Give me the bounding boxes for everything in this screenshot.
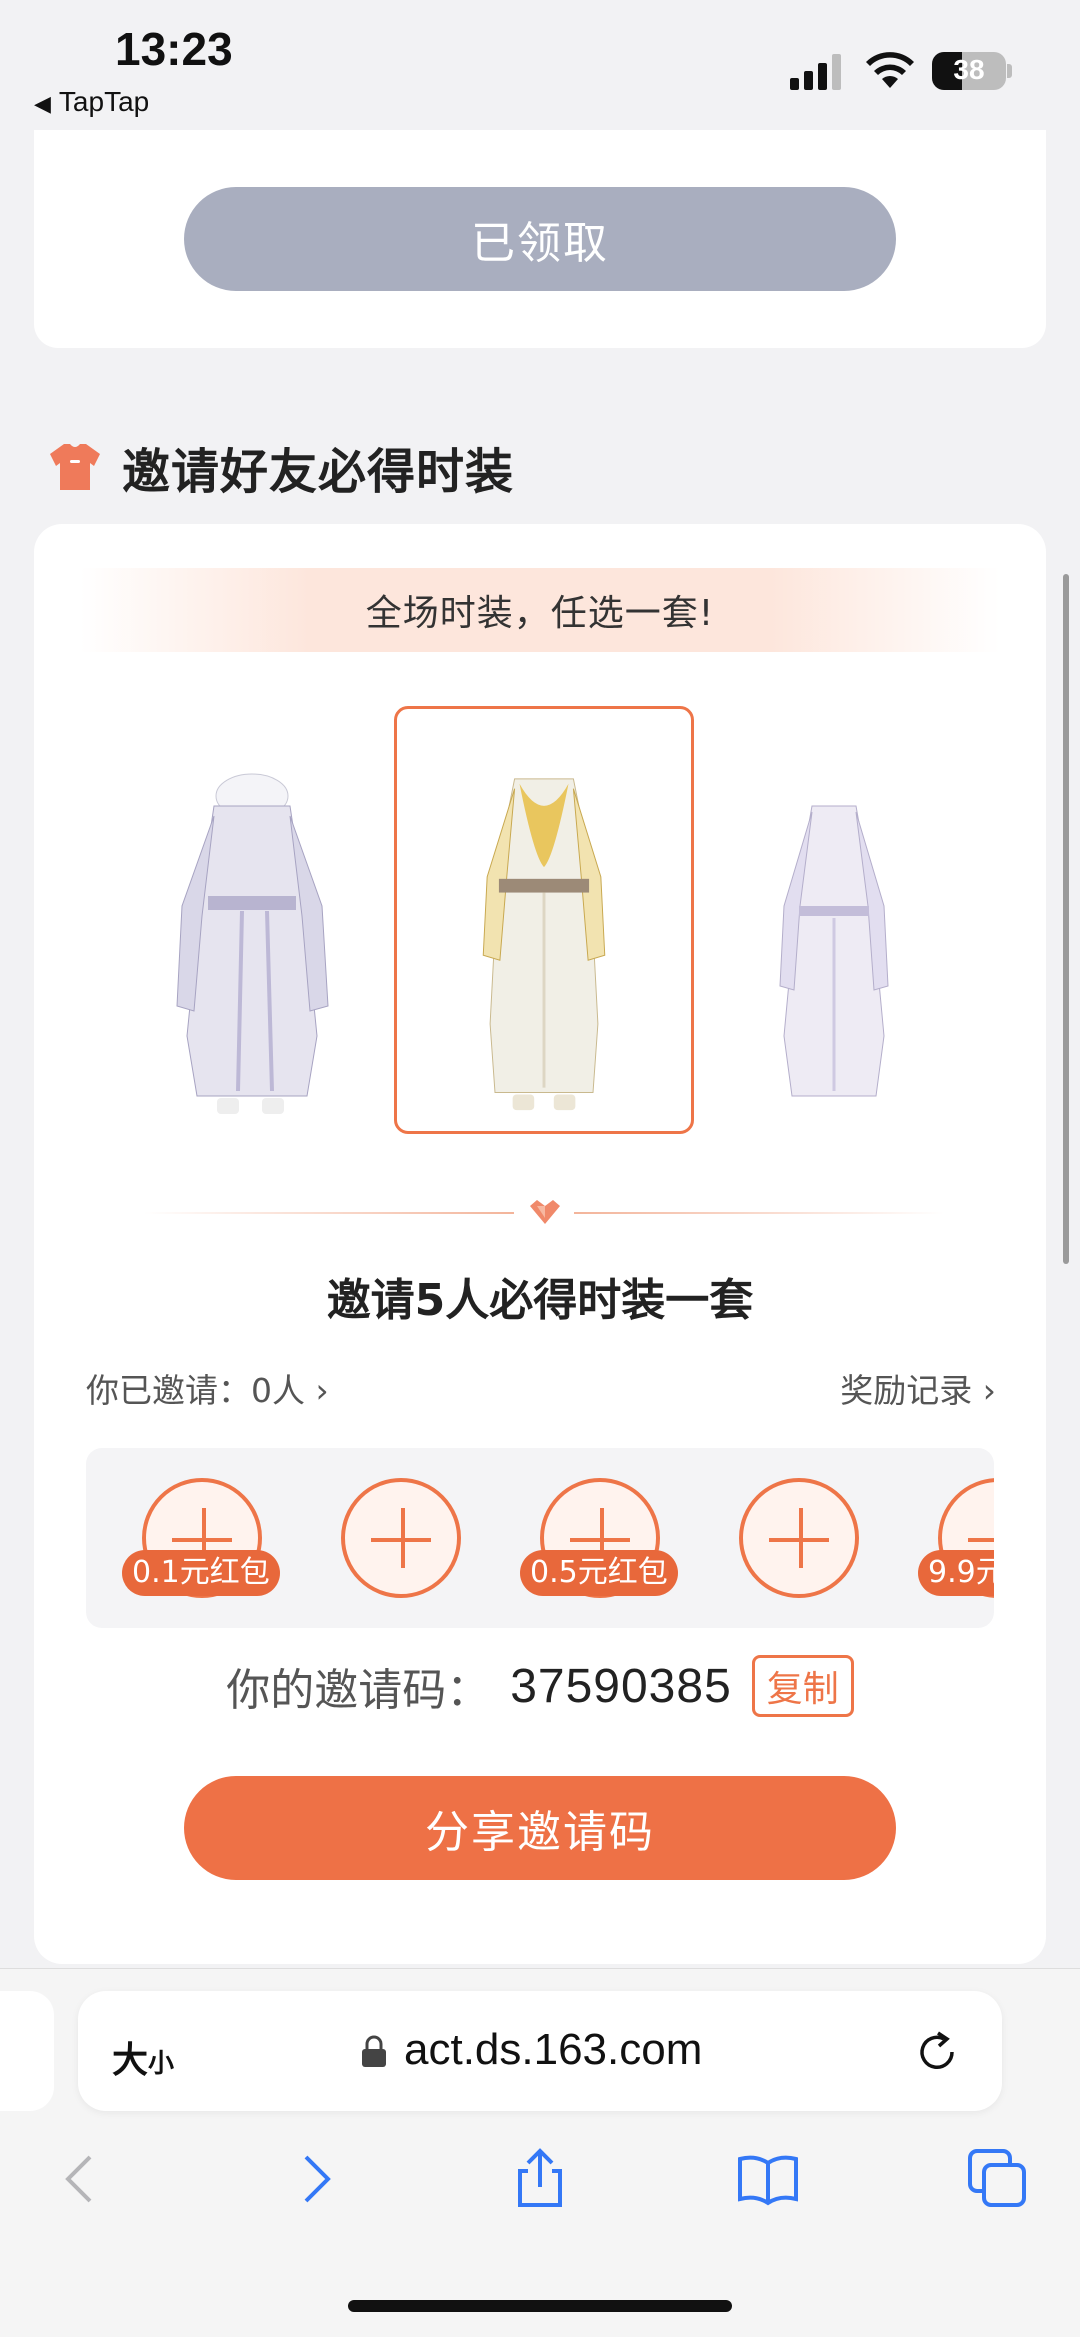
claimed-button[interactable]: 已领取 — [184, 187, 896, 291]
invite-goal-text: 邀请5人必得时装一套 — [326, 1275, 754, 1326]
wifi-icon — [866, 52, 914, 88]
outfit-image — [482, 778, 606, 1111]
clock: 13:23 — [115, 23, 233, 75]
outfit-option-2-selected[interactable] — [394, 706, 694, 1134]
bookmarks-icon[interactable] — [736, 2147, 800, 2211]
outfit-option-1[interactable] — [102, 706, 402, 1134]
cellular-signal-icon — [790, 54, 841, 90]
outfit-image — [779, 805, 889, 1097]
invite-status-row: 你已邀请：0人 › 奖励记录 › — [86, 1364, 996, 1414]
back-icon[interactable] — [50, 2147, 114, 2211]
reward-records-link[interactable]: 奖励记录 › — [840, 1364, 996, 1412]
previous-tab-peek[interactable] — [0, 1991, 54, 2111]
forward-icon[interactable] — [282, 2147, 346, 2211]
lock-icon — [362, 2035, 386, 2067]
section-title: 邀请好友必得时装 — [122, 444, 515, 500]
invited-count-link[interactable]: 你已邀请：0人 › — [86, 1364, 329, 1412]
previous-reward-card: 已领取 — [34, 130, 1046, 348]
status-bar: 13:23 ◀ TapTap 38 — [0, 0, 1080, 130]
chevron-right-icon: › — [315, 1371, 329, 1410]
battery-level: 38 — [953, 54, 985, 85]
promo-banner: 全场时装，任选一套! — [80, 568, 1000, 652]
invite-card: 全场时装，任选一套! 邀请5人必得时装一套 你已邀请：0人 › 奖励记录 › 0… — [34, 524, 1046, 1964]
text-size-button[interactable]: 大小 — [112, 2031, 174, 2083]
share-icon[interactable] — [508, 2147, 572, 2211]
invite-slot-2[interactable] — [341, 1478, 461, 1598]
invite-code-value: 37590385 — [510, 1659, 732, 1713]
slot-1-reward-tag: 0.1元红包 — [122, 1550, 280, 1596]
invite-slots: 0.1元红包 0.5元红包 9.9元 — [86, 1448, 994, 1628]
battery-icon: 38 — [932, 52, 1006, 90]
decorative-divider — [144, 1198, 944, 1228]
back-triangle-icon: ◀ — [34, 91, 51, 116]
home-indicator[interactable] — [348, 2300, 732, 2312]
copy-button[interactable]: 复制 — [751, 1655, 854, 1717]
reward-records-label: 奖励记录 — [840, 1371, 973, 1410]
text-size-large-glyph: 大 — [112, 2040, 149, 2081]
tabs-icon[interactable] — [966, 2147, 1030, 2211]
slot-3-reward-tag: 0.5元红包 — [520, 1550, 678, 1596]
invited-count-label: 你已邀请：0人 — [86, 1371, 305, 1410]
diamond-heart-icon — [530, 1200, 560, 1224]
slot-5-reward-tag: 9.9元 — [918, 1550, 994, 1596]
reload-icon[interactable] — [914, 2029, 960, 2075]
battery-tip — [1007, 64, 1012, 78]
share-invite-code-button[interactable]: 分享邀请码 — [184, 1776, 896, 1880]
section-header: 邀请好友必得时装 — [48, 432, 514, 502]
invite-slot-4[interactable] — [739, 1478, 859, 1598]
chevron-right-icon: › — [982, 1371, 996, 1410]
shirt-icon — [50, 444, 100, 490]
address-bar[interactable]: 大小 act.ds.163.com — [78, 1991, 1002, 2111]
url-text: act.ds.163.com — [404, 2025, 703, 2074]
invite-code-row: 你的邀请码： 37590385 复制 — [34, 1654, 1046, 1717]
outfit-option-3[interactable] — [684, 706, 984, 1134]
back-to-app-link[interactable]: ◀ TapTap — [34, 86, 149, 118]
back-app-label: TapTap — [58, 86, 150, 117]
page-scrollbar[interactable] — [1063, 574, 1069, 1264]
text-size-small-glyph: 小 — [148, 2049, 175, 2079]
outfit-image — [176, 773, 329, 1114]
browser-toolbar: 大小 act.ds.163.com — [0, 1968, 1080, 2337]
invite-code-label: 你的邀请码： — [226, 1665, 491, 1716]
